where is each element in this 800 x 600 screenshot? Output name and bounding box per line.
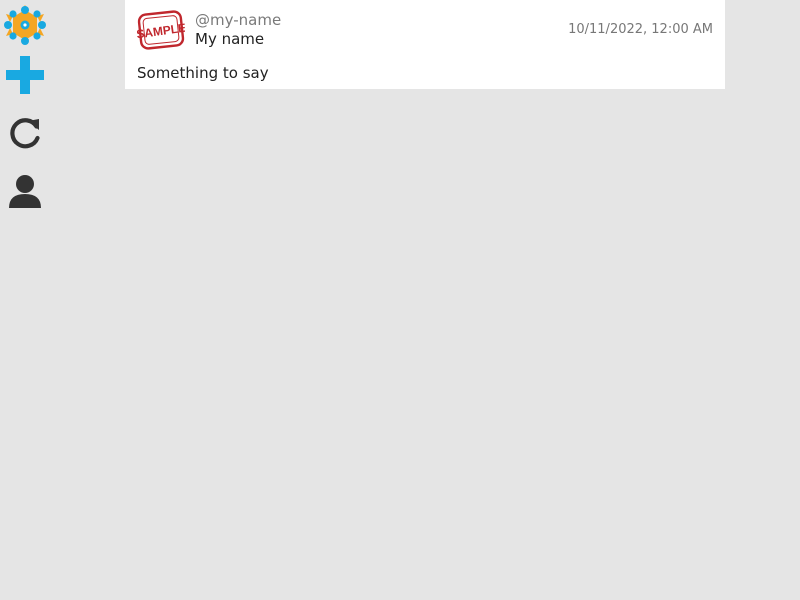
post-body: Something to say [137,64,269,82]
profile-button[interactable] [0,166,50,216]
app-page: SAMPLE @my-name My name 10/11/2022, 12:0… [0,0,800,600]
post-timestamp: 10/11/2022, 12:00 AM [568,22,713,37]
refresh-icon [10,118,40,149]
add-icon [6,56,44,94]
refresh-button[interactable] [0,108,50,158]
user-display-name[interactable]: My name [195,30,264,48]
user-icon [9,175,41,208]
home-logo-button[interactable] [0,0,50,50]
avatar[interactable]: SAMPLE [137,9,185,51]
post-card: SAMPLE @my-name My name 10/11/2022, 12:0… [125,0,725,89]
sidebar [0,0,50,600]
new-post-button[interactable] [0,50,50,100]
user-handle[interactable]: @my-name [195,11,281,29]
app-logo-icon [4,5,46,45]
sample-stamp-avatar: SAMPLE [137,10,185,50]
